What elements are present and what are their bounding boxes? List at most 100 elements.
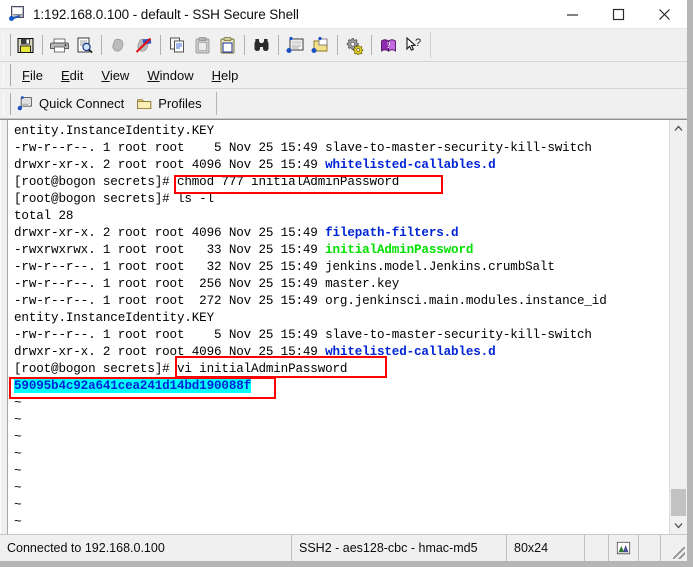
- close-button[interactable]: [641, 0, 687, 28]
- connect-button[interactable]: [106, 32, 131, 58]
- quick-connect-bar: Quick Connect Profiles: [0, 89, 687, 119]
- terminal-left-grip: [0, 120, 8, 534]
- terminal-line: ~: [14, 446, 669, 463]
- terminal-text: -rw-r--r--. 1 root root 32 Nov 25 15:49 …: [14, 260, 555, 274]
- terminal-line: -rw-r--r--. 1 root root 5 Nov 25 15:49 s…: [14, 327, 669, 344]
- copy-button[interactable]: [165, 32, 190, 58]
- svg-text:?: ?: [387, 41, 391, 50]
- arrow-question-icon[interactable]: ?: [401, 32, 426, 58]
- maximize-button[interactable]: [595, 0, 641, 28]
- terminal-output[interactable]: entity.InstanceIdentity.KEY -rw-r--r--. 1…: [8, 120, 669, 534]
- vertical-scrollbar[interactable]: [669, 120, 687, 534]
- terminal-line: [root@bogon secrets]# ls -l: [14, 191, 669, 208]
- terminal-line: -rw-r--r--. 1 root root 272 Nov 25 15:49…: [14, 293, 669, 310]
- terminal-line: -rw-r--r--. 1 root root 5 Nov 25 15:49 s…: [14, 140, 669, 157]
- terminal-line: drwxr-xr-x. 2 root root 4096 Nov 25 15:4…: [14, 157, 669, 174]
- terminal-line: ~: [14, 429, 669, 446]
- svg-text:?: ?: [415, 37, 421, 49]
- minimize-button[interactable]: [549, 0, 595, 28]
- status-bar: Connected to 192.168.0.100 SSH2 - aes128…: [0, 534, 687, 561]
- scroll-down-arrow[interactable]: [670, 517, 687, 534]
- profiles-label: Profiles: [158, 96, 202, 111]
- terminal-text: ~: [14, 413, 22, 427]
- menu-label-rest: elp: [220, 67, 239, 83]
- directory-name: whitelisted-callables.d: [325, 158, 496, 172]
- paste-clipboard-button[interactable]: [215, 32, 240, 58]
- terminal-text: ~: [14, 430, 22, 444]
- disconnect-button[interactable]: [131, 32, 156, 58]
- toolbar-separator: [42, 35, 43, 55]
- encryption-icon: [609, 535, 639, 561]
- terminal-text: -rw-r--r--. 1 root root 5 Nov 25 15:49: [14, 328, 326, 342]
- quick-connect-icon: [17, 95, 32, 110]
- quick-connect-button[interactable]: Quick Connect: [13, 95, 132, 112]
- title-bar: 1:192.168.0.100 - default - SSH Secure S…: [0, 0, 687, 29]
- terminal-text: total 28: [14, 209, 74, 223]
- status-blank-2: [639, 535, 661, 561]
- toolbar-separator: [278, 35, 279, 55]
- menu-view[interactable]: View: [92, 66, 138, 85]
- status-blank-1: [585, 535, 609, 561]
- terminal-line: [root@bogon secrets]# chmod 777 initialA…: [14, 174, 669, 191]
- window-title: 1:192.168.0.100 - default - SSH Secure S…: [33, 6, 299, 22]
- terminal-text: ~: [14, 396, 22, 410]
- binoculars-icon[interactable]: [249, 32, 274, 58]
- toolbar-separator: [371, 35, 372, 55]
- terminal-line: drwxr-xr-x. 2 root root 4096 Nov 25 15:4…: [14, 344, 669, 361]
- window-controls: [549, 0, 687, 28]
- print-preview-button[interactable]: [72, 32, 97, 58]
- terminal-text: drwxr-xr-x. 2 root root 4096 Nov 25 15:4…: [14, 226, 326, 240]
- folder-icon: [137, 98, 152, 109]
- menu-edit[interactable]: Edit: [52, 66, 92, 85]
- terminal-text: [root@bogon secrets]# vi initialAdminPas…: [14, 362, 348, 376]
- gears-icon[interactable]: [342, 32, 367, 58]
- menu-label-rest: iew: [109, 67, 130, 83]
- terminal-text: [root@bogon secrets]# ls -l: [14, 192, 215, 206]
- terminal-line: drwxr-xr-x. 2 root root 4096 Nov 25 15:4…: [14, 225, 669, 242]
- status-connection: Connected to 192.168.0.100: [0, 535, 292, 561]
- toolbar-separator: [244, 35, 245, 55]
- menu-help[interactable]: Help: [203, 66, 248, 85]
- profiles-button[interactable]: Profiles: [132, 96, 209, 112]
- terminal-text: slave-to-master-security-kill-switch: [325, 328, 592, 342]
- selected-password-text: 59095b4c92a641cea241d14bd190088f: [14, 379, 252, 393]
- terminal-text: drwxr-xr-x. 2 root root 4096 Nov 25 15:4…: [14, 345, 326, 359]
- save-button[interactable]: [13, 32, 38, 58]
- menu-window[interactable]: Window: [138, 66, 202, 85]
- new-file-transfer-button[interactable]: [308, 32, 333, 58]
- terminal-line: -rw-r--r--. 1 root root 256 Nov 25 15:49…: [14, 276, 669, 293]
- terminal-line: ~: [14, 514, 669, 531]
- toolbar-empty-area: [430, 32, 687, 58]
- quickbar-grip[interactable]: [3, 92, 11, 115]
- status-cipher: SSH2 - aes128-cbc - hmac-md5: [292, 535, 507, 561]
- directory-name: filepath-filters.d: [325, 226, 459, 240]
- terminal-text: -rwxrwxrwx. 1 root root 33 Nov 25 15:49: [14, 243, 326, 257]
- scrollbar-thumb[interactable]: [671, 489, 686, 516]
- menu-file[interactable]: File: [13, 66, 52, 85]
- menu-bar: File Edit View Window Help: [0, 62, 687, 89]
- terminal-text: ~: [14, 481, 22, 495]
- print-button[interactable]: [47, 32, 72, 58]
- resize-grip[interactable]: [661, 535, 687, 561]
- terminal-area: entity.InstanceIdentity.KEY -rw-r--r--. 1…: [0, 119, 687, 534]
- terminal-text: ~: [14, 515, 22, 529]
- menu-label-rest: dit: [69, 67, 84, 83]
- menubar-grip[interactable]: [3, 64, 11, 86]
- help-book-icon[interactable]: ?: [376, 32, 401, 58]
- ssh-secure-shell-window: 1:192.168.0.100 - default - SSH Secure S…: [0, 0, 693, 567]
- terminal-text: -rw-r--r--. 1 root root 5 Nov 25 15:49: [14, 141, 326, 155]
- terminal-line: ~: [14, 463, 669, 480]
- toolbar-grip[interactable]: [3, 34, 11, 56]
- terminal-text: ~: [14, 447, 22, 461]
- menu-label-rest: ile: [29, 67, 43, 83]
- directory-name: whitelisted-callables.d: [325, 345, 496, 359]
- terminal-text: entity.InstanceIdentity.KEY: [14, 124, 215, 138]
- paste-button[interactable]: [190, 32, 215, 58]
- terminal-line: ~: [14, 395, 669, 412]
- status-terminal-size: 80x24: [507, 535, 585, 561]
- terminal-text: ~: [14, 498, 22, 512]
- new-terminal-button[interactable]: [283, 32, 308, 58]
- terminal-line: -rw-r--r--. 1 root root 32 Nov 25 15:49 …: [14, 259, 669, 276]
- scroll-up-arrow[interactable]: [670, 120, 687, 137]
- terminal-line: -rwxrwxrwx. 1 root root 33 Nov 25 15:49 …: [14, 242, 669, 259]
